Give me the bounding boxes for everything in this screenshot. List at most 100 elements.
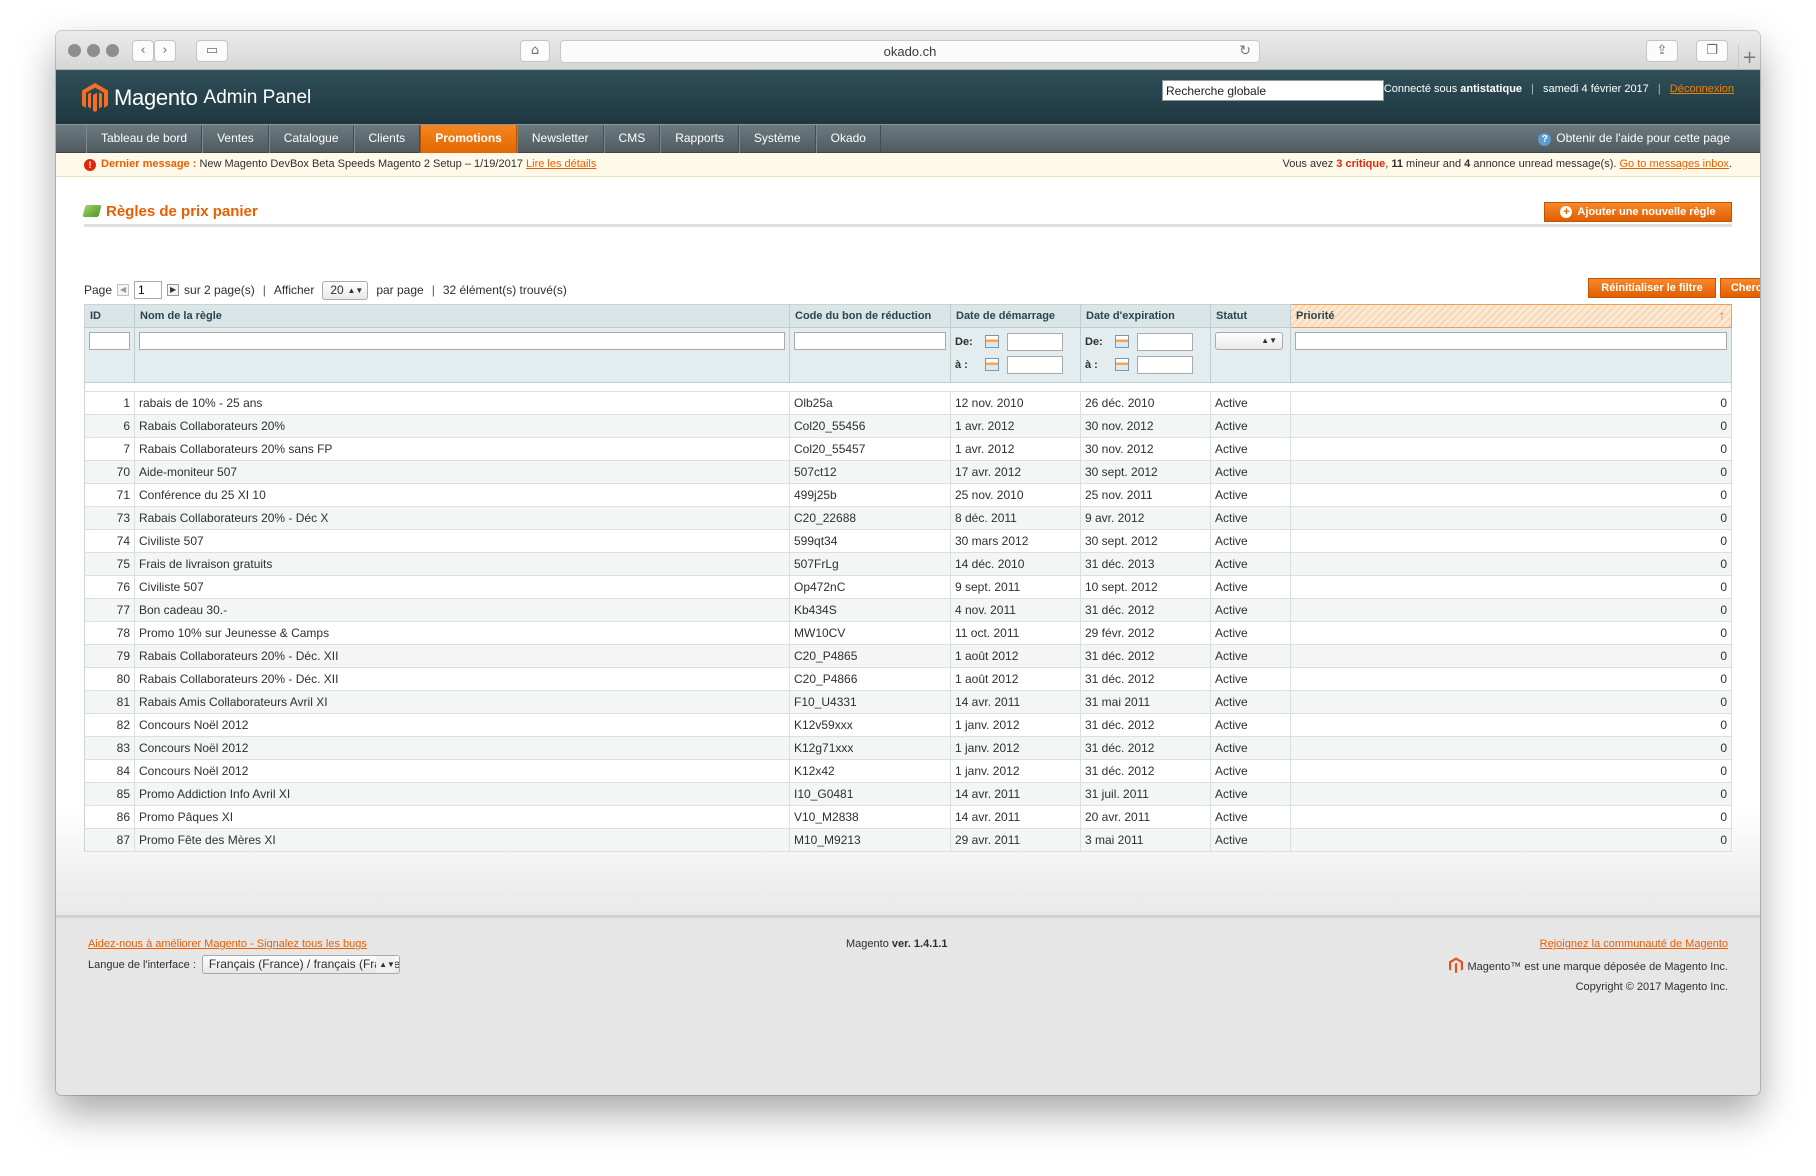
- inbox-prefix: Vous avez: [1282, 158, 1334, 170]
- cell-end-date: 25 nov. 2011: [1080, 483, 1211, 507]
- end-to-input[interactable]: [1137, 355, 1193, 374]
- table-row[interactable]: 6 Rabais Collaborateurs 20% Col20_55456 1 a…: [84, 414, 1732, 438]
- cell-id: 81: [84, 690, 135, 714]
- table-row[interactable]: 76 Civiliste 507 Op472nC 9 sept. 2011 10 sep…: [84, 575, 1732, 599]
- filter-id-input[interactable]: [89, 332, 130, 350]
- nav-item-sales[interactable]: Ventes: [202, 125, 269, 153]
- reload-icon[interactable]: ↻: [1239, 41, 1251, 62]
- table-row[interactable]: 86 Promo Pâques XI V10_M2838 14 avr. 2011 20…: [84, 805, 1732, 829]
- end-to-label: à :: [1085, 358, 1098, 371]
- col-header-status[interactable]: Statut: [1210, 304, 1291, 328]
- col-header-priority[interactable]: Priorité ↑: [1290, 304, 1732, 328]
- col-header-start-date[interactable]: Date de démarrage: [950, 304, 1081, 328]
- minimize-window-icon[interactable]: [87, 44, 100, 57]
- nav-item-cms[interactable]: CMS: [603, 125, 661, 153]
- col-header-name[interactable]: Nom de la règle: [134, 304, 790, 328]
- filter-priority-input[interactable]: [1295, 332, 1727, 350]
- table-row[interactable]: 71 Conférence du 25 XI 10 499j25b 25 nov. 2…: [84, 483, 1732, 507]
- col-header-end-date[interactable]: Date d'expiration: [1080, 304, 1211, 328]
- table-row[interactable]: 80 Rabais Collaborateurs 20% - Déc. XII C2…: [84, 667, 1732, 691]
- nav-item-dashboard[interactable]: Tableau de bord: [86, 125, 203, 153]
- interface-language-select[interactable]: Français (France) / français (France) ▲▼: [201, 955, 400, 974]
- table-row[interactable]: 75 Frais de livraison gratuits 507FrLg 14 d…: [84, 552, 1732, 576]
- logout-link[interactable]: Déconnexion: [1670, 83, 1734, 95]
- global-search-input[interactable]: [1162, 80, 1384, 101]
- share-icon[interactable]: ⇪: [1646, 40, 1678, 62]
- tabs-icon[interactable]: ❐: [1696, 40, 1728, 62]
- cell-start-date: 4 nov. 2011: [950, 598, 1081, 622]
- community-link[interactable]: Rejoignez la communauté de Magento: [1540, 938, 1728, 950]
- back-icon[interactable]: ‹: [132, 40, 154, 62]
- col-header-coupon[interactable]: Code du bon de réduction: [789, 304, 951, 328]
- cell-rule-name: Rabais Collaborateurs 20% sans FP: [134, 437, 790, 461]
- cell-id: 1: [84, 391, 135, 415]
- calendar-icon[interactable]: [985, 358, 999, 371]
- table-row[interactable]: 85 Promo Addiction Info Avril XI I10_G0481…: [84, 782, 1732, 806]
- nav-item-customers[interactable]: Clients: [353, 125, 421, 153]
- filter-name-input[interactable]: [139, 332, 785, 350]
- cell-id: 85: [84, 782, 135, 806]
- cell-end-date: 31 mai 2011: [1080, 690, 1211, 714]
- end-from-input[interactable]: [1137, 332, 1193, 351]
- table-row[interactable]: 70 Aide-moniteur 507 507ct12 17 avr. 2012 30…: [84, 460, 1732, 484]
- new-tab-icon[interactable]: +: [1738, 45, 1760, 70]
- calendar-icon[interactable]: [985, 335, 999, 348]
- calendar-icon[interactable]: [1115, 358, 1129, 371]
- start-to-input[interactable]: [1007, 355, 1063, 374]
- add-rule-button[interactable]: + Ajouter une nouvelle règle: [1544, 202, 1732, 222]
- cell-rule-name: Promo Fête des Mères XI: [134, 828, 790, 852]
- prev-page-icon[interactable]: ◀: [117, 284, 130, 296]
- read-details-link[interactable]: Lire les détails: [526, 158, 596, 170]
- cell-priority: 0: [1290, 437, 1732, 461]
- logo-subtitle: Admin Panel: [203, 87, 312, 108]
- zoom-window-icon[interactable]: [106, 44, 119, 57]
- table-row[interactable]: 81 Rabais Amis Collaborateurs Avril XI F10…: [84, 690, 1732, 714]
- help-link[interactable]: ? Obtenir de l'aide pour cette page: [1538, 125, 1730, 152]
- cell-start-date: 1 août 2012: [950, 644, 1081, 668]
- report-bugs-link[interactable]: Aidez-nous à améliorer Magento - Signale…: [88, 938, 367, 950]
- cell-end-date: 20 avr. 2011: [1080, 805, 1211, 829]
- page-input[interactable]: [134, 281, 163, 299]
- footer: Aidez-nous à améliorer Magento - Signale…: [56, 915, 1760, 1095]
- address-bar[interactable]: okado.ch ↻: [560, 40, 1260, 63]
- nav-item-okado[interactable]: Okado: [815, 125, 881, 153]
- minor-text: mineur and: [1406, 158, 1462, 170]
- table-row[interactable]: 73 Rabais Collaborateurs 20% - Déc X C20_2…: [84, 506, 1732, 530]
- cell-status: Active: [1210, 552, 1291, 576]
- nav-item-system[interactable]: Système: [738, 125, 816, 153]
- magento-logo[interactable]: Magento Admin Panel: [82, 82, 311, 114]
- nav-item-newsletter[interactable]: Newsletter: [516, 125, 604, 153]
- table-row[interactable]: 79 Rabais Collaborateurs 20% - Déc. XII C2…: [84, 644, 1732, 668]
- table-row[interactable]: 78 Promo 10% sur Jeunesse & Camps MW10CV 11…: [84, 621, 1732, 645]
- next-page-icon[interactable]: ▶: [167, 284, 180, 296]
- version-info: Magento ver. 1.4.1.1: [846, 938, 948, 950]
- table-row[interactable]: 84 Concours Noël 2012 K12x42 1 janv. 2012 31…: [84, 759, 1732, 783]
- filter-status-select[interactable]: ▲▼: [1215, 332, 1283, 350]
- pocket-icon[interactable]: ⌂: [520, 40, 550, 62]
- table-row[interactable]: 74 Civiliste 507 599qt34 30 mars 2012 30 sep…: [84, 529, 1732, 553]
- per-page-select[interactable]: 20 ▲▼: [322, 280, 369, 300]
- start-from-input[interactable]: [1007, 332, 1063, 351]
- nav-item-catalog[interactable]: Catalogue: [268, 125, 354, 153]
- forward-icon[interactable]: ›: [154, 40, 176, 62]
- sidebar-icon[interactable]: ▭: [196, 40, 228, 62]
- reset-filter-button[interactable]: Réinitialiser le filtre: [1588, 278, 1716, 298]
- cell-status: Active: [1210, 828, 1291, 852]
- table-row[interactable]: 7 Rabais Collaborateurs 20% sans FP Col20_…: [84, 437, 1732, 461]
- col-header-id[interactable]: ID: [84, 304, 135, 328]
- table-row[interactable]: 1 rabais de 10% - 25 ans Olb25a 12 nov. 201…: [84, 391, 1732, 415]
- table-row[interactable]: 82 Concours Noël 2012 K12v59xxx 1 janv. 201…: [84, 713, 1732, 737]
- table-row[interactable]: 87 Promo Fête des Mères XI M10_M9213 29 avr…: [84, 828, 1732, 852]
- messages-inbox-link[interactable]: Go to messages inbox: [1619, 158, 1728, 170]
- table-row[interactable]: 83 Concours Noël 2012 K12g71xxx 1 janv. 201…: [84, 736, 1732, 760]
- cell-start-date: 1 janv. 2012: [950, 713, 1081, 737]
- filter-coupon-input[interactable]: [794, 332, 946, 350]
- calendar-icon[interactable]: [1115, 335, 1129, 348]
- nav-item-reports[interactable]: Rapports: [660, 125, 739, 153]
- close-window-icon[interactable]: [68, 44, 81, 57]
- cell-rule-name: Rabais Collaborateurs 20% - Déc. XII: [134, 644, 790, 668]
- search-button[interactable]: Chercher: [1720, 278, 1760, 298]
- select-arrows-icon: ▲▼: [1261, 336, 1277, 345]
- table-row[interactable]: 77 Bon cadeau 30.- Kb434S 4 nov. 2011 31 déc…: [84, 598, 1732, 622]
- nav-item-promotions[interactable]: Promotions: [420, 125, 517, 153]
